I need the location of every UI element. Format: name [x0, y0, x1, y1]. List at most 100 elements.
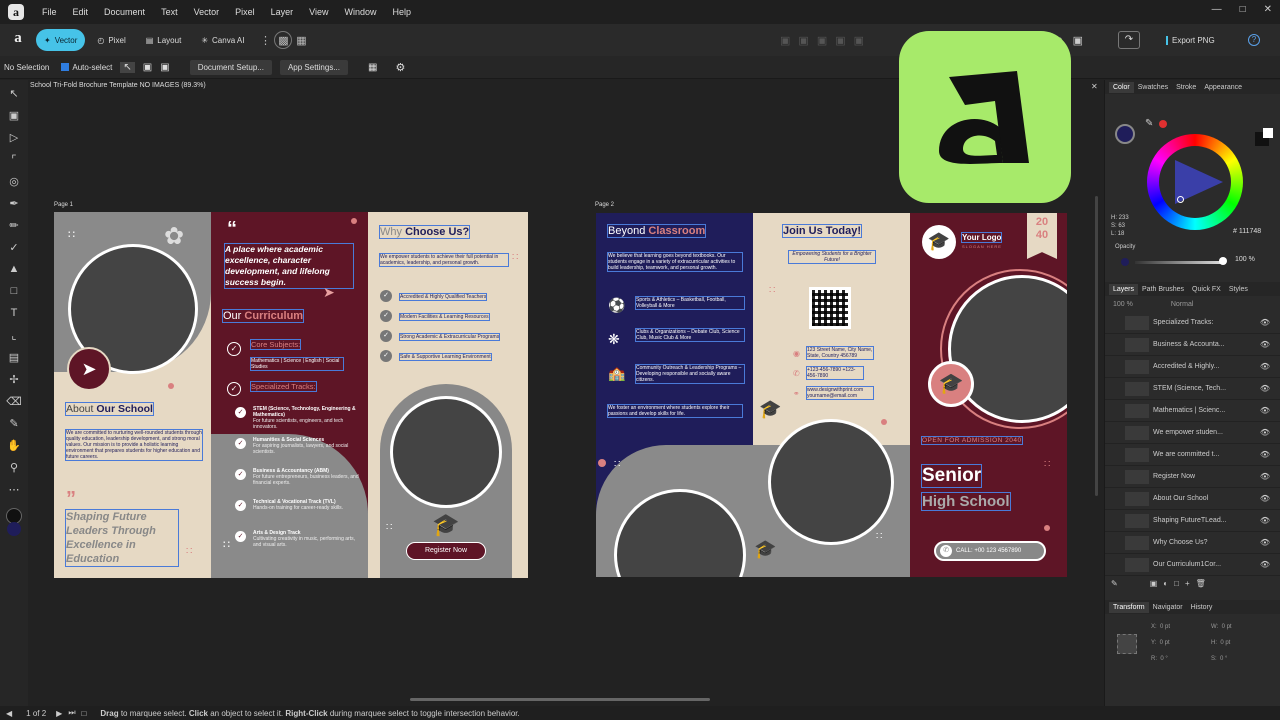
why-item[interactable]: ✓ Accredited & Highly Qualified Teachers: [380, 290, 528, 310]
color-wheel[interactable]: [1147, 134, 1243, 230]
node-tool-icon[interactable]: ▣: [5, 106, 23, 124]
curriculum-title[interactable]: Our Curriculum: [221, 309, 305, 323]
why-title[interactable]: Why Choose Us?: [378, 225, 471, 239]
move-tool-icon[interactable]: ↖: [5, 84, 23, 102]
eyedropper-tool-icon[interactable]: ✎: [5, 414, 23, 432]
track-item[interactable]: ✓ Business & Accountancy (ABM) For future …: [235, 468, 359, 499]
core-title[interactable]: Core Subjects:: [249, 339, 302, 350]
visibility-eye-icon[interactable]: 👁: [1260, 560, 1270, 569]
arrange-icon[interactable]: ▣: [854, 34, 864, 47]
horizontal-scrollbar[interactable]: [410, 698, 710, 701]
join-title[interactable]: Join Us Today!: [781, 224, 863, 238]
why-item[interactable]: ✓ Modern Facilities & Learning Resources: [380, 310, 528, 330]
layer-item[interactable]: We are committed t... 👁: [1105, 444, 1280, 466]
fill-color-swatch[interactable]: [1115, 124, 1135, 144]
visibility-eye-icon[interactable]: 👁: [1260, 450, 1270, 459]
grid-settings-icon[interactable]: ▦: [368, 62, 377, 73]
track-item[interactable]: ✓ Humanities & Social Sciences For aspirin…: [235, 437, 359, 468]
visibility-eye-icon[interactable]: 👁: [1260, 362, 1270, 371]
visibility-eye-icon[interactable]: 👁: [1260, 340, 1270, 349]
w-field[interactable]: W: 0 pt: [1211, 624, 1232, 630]
layer-item[interactable]: Our Curriculum1Cor... 👁: [1105, 554, 1280, 576]
visibility-eye-icon[interactable]: 👁: [1260, 494, 1270, 503]
brush-tool-icon[interactable]: ✓: [5, 238, 23, 256]
h-field[interactable]: H: 0 pt: [1211, 640, 1230, 646]
layer-item[interactable]: Why Choose Us? 👁: [1105, 532, 1280, 554]
address-text[interactable]: 123 Street Name, City Name, State, Count…: [806, 346, 874, 360]
about-text[interactable]: We are committed to nurturing well-round…: [65, 429, 203, 461]
tab-stroke[interactable]: Stroke: [1172, 82, 1200, 93]
close-icon[interactable]: ✕: [1264, 4, 1272, 15]
fill-tool-icon[interactable]: ▲: [5, 260, 23, 278]
shaping-text[interactable]: Shaping Future Leaders Through Excellenc…: [65, 509, 179, 567]
phone-text[interactable]: +123-456-7890 +123-456-7890: [806, 366, 864, 380]
menu-vector[interactable]: Vector: [186, 7, 228, 17]
tab-styles[interactable]: Styles: [1225, 284, 1252, 295]
register-button[interactable]: Register Now: [406, 542, 486, 560]
hex-value[interactable]: # 111748: [1233, 228, 1261, 235]
persona-pixel[interactable]: ◴ Pixel: [89, 29, 133, 51]
grid-icon[interactable]: ▦: [292, 31, 310, 49]
cursor-icon[interactable]: ↖: [120, 61, 135, 73]
foster-text[interactable]: We foster an environment where students …: [607, 404, 743, 418]
activity-2[interactable]: Clubs & Organizations – Debate Club, Sci…: [635, 328, 745, 342]
track-item[interactable]: ✓ STEM (Science, Technology, Engineering …: [235, 406, 359, 437]
color-picker-handle[interactable]: [1177, 196, 1184, 203]
image-placeholder-2[interactable]: [390, 396, 502, 508]
persona-layout[interactable]: ▤ Layout: [138, 29, 190, 51]
transparency-tool-icon[interactable]: ✢: [5, 370, 23, 388]
opacity-slider-handle[interactable]: [1219, 257, 1227, 265]
arrange-icon[interactable]: ▣: [798, 34, 808, 47]
secondary-color-swatch[interactable]: [1263, 128, 1273, 138]
hand-tool-icon[interactable]: ✋: [5, 436, 23, 454]
select-mode-icon-2[interactable]: ▣: [160, 62, 169, 73]
recent-color[interactable]: [1159, 120, 1167, 128]
export-button[interactable]: Export PNG: [1166, 35, 1215, 45]
why-item[interactable]: ✓ Safe & Supportive Learning Environment: [380, 350, 528, 370]
corner-tool-icon[interactable]: ⌜: [5, 150, 23, 168]
document-setup-button[interactable]: Document Setup...: [189, 59, 272, 75]
visibility-eye-icon[interactable]: 👁: [1260, 428, 1270, 437]
layer-item[interactable]: Mathematics | Scienc... 👁: [1105, 400, 1280, 422]
eraser-tool-icon[interactable]: ⌫: [5, 392, 23, 410]
call-button[interactable]: ✆ CALL: +00 123 4567890: [934, 541, 1046, 561]
visibility-eye-icon[interactable]: 👁: [1260, 384, 1270, 393]
visibility-eye-icon[interactable]: 👁: [1260, 516, 1270, 525]
tab-history[interactable]: History: [1187, 602, 1217, 613]
track-item[interactable]: ✓ Arts & Design Track Cultivating creativi…: [235, 530, 359, 561]
layer-item[interactable]: Shaping FutureTLead... 👁: [1105, 510, 1280, 532]
visibility-eye-icon[interactable]: 👁: [1260, 472, 1270, 481]
layer-item[interactable]: Business & Accounta... 👁: [1105, 334, 1280, 356]
menu-file[interactable]: File: [34, 7, 65, 17]
crop-icon[interactable]: ▣: [1073, 34, 1083, 47]
menu-window[interactable]: Window: [336, 7, 384, 17]
page-last-icon[interactable]: ⏭: [68, 708, 75, 718]
adjust-icon[interactable]: ◐: [1163, 579, 1168, 588]
activity-1[interactable]: Sports & Athletics – Basketball, Footbal…: [635, 296, 745, 310]
blend-mode[interactable]: Normal: [1171, 301, 1194, 308]
layer-item[interactable]: We empower studen... 👁: [1105, 422, 1280, 444]
layer-item[interactable]: Register Now 👁: [1105, 466, 1280, 488]
layer-item[interactable]: STEM (Science, Tech... 👁: [1105, 378, 1280, 400]
page-view-icon[interactable]: □: [82, 709, 87, 718]
target-tool-icon[interactable]: ◎: [5, 172, 23, 190]
empower-text[interactable]: Empowering Students for a Brighter Futur…: [788, 250, 876, 264]
auto-select-checkbox[interactable]: [61, 63, 70, 71]
pencil-tool-icon[interactable]: ✏: [5, 216, 23, 234]
help-icon[interactable]: ?: [1248, 34, 1260, 46]
menu-help[interactable]: Help: [385, 7, 420, 17]
tab-quick-fx[interactable]: Quick FX: [1188, 284, 1225, 295]
layer-item[interactable]: About Our School 👁: [1105, 488, 1280, 510]
r-field[interactable]: R: 0 °: [1151, 656, 1168, 662]
brochure-page-1[interactable]: ➤ ∷ ✿ About Our School We are committed …: [54, 212, 528, 578]
text-tool-icon[interactable]: T: [5, 304, 23, 322]
why-item[interactable]: ✓ Strong Academic & Extracurricular Progr…: [380, 330, 528, 350]
s-field[interactable]: S: 0 °: [1211, 656, 1227, 662]
maximize-icon[interactable]: □: [1240, 4, 1246, 15]
x-field[interactable]: X: 0 pt: [1151, 624, 1170, 630]
quote-text[interactable]: A place where academic excellence, chara…: [224, 243, 354, 289]
menu-view[interactable]: View: [301, 7, 336, 17]
web-text[interactable]: www.designwithprint.com yourname@email.c…: [806, 386, 874, 400]
about-title[interactable]: About Our School: [65, 402, 154, 416]
persona-vector[interactable]: ✦ Vector: [36, 29, 86, 51]
